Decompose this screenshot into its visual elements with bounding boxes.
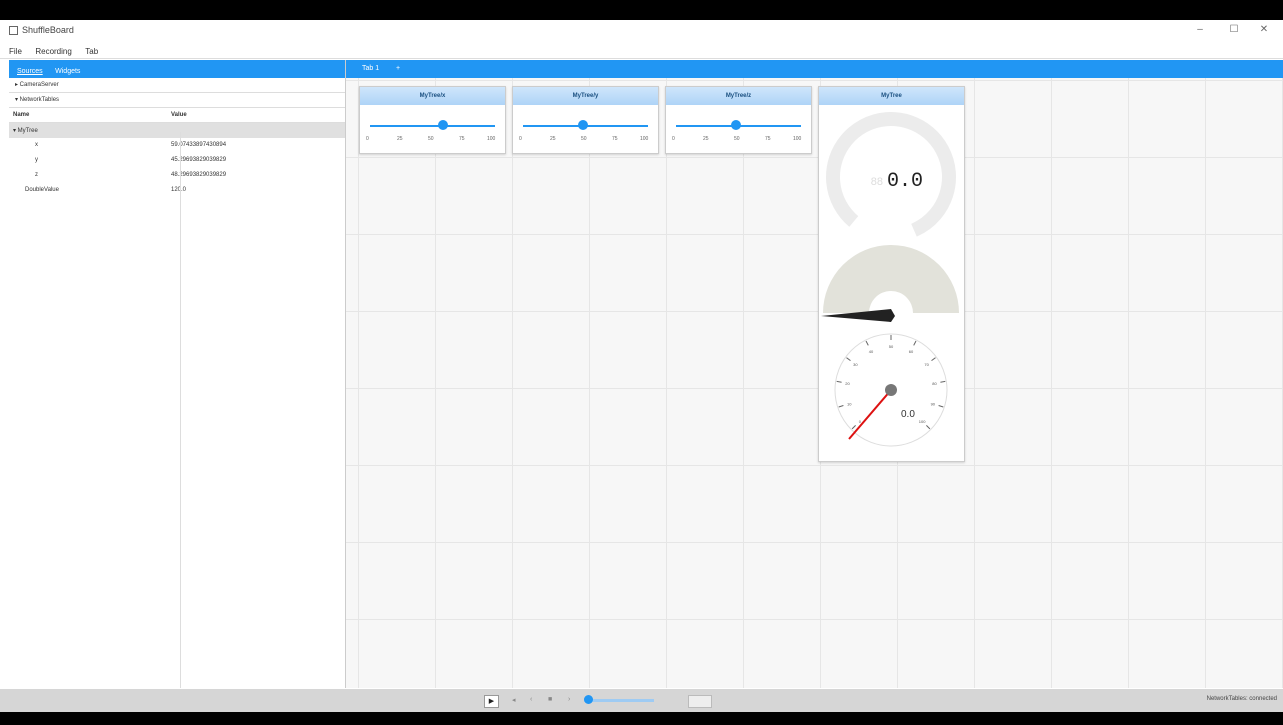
menu-bar: File Recording Tab bbox=[0, 41, 1283, 59]
widget-title[interactable]: MyTree/x bbox=[360, 87, 505, 105]
row-name: ▾ MyTree bbox=[13, 128, 38, 134]
tab-1[interactable]: Tab 1 bbox=[362, 65, 379, 72]
slider-thumb[interactable] bbox=[437, 120, 448, 130]
scrubber-thumb[interactable] bbox=[584, 695, 593, 704]
tick-label: 50 bbox=[428, 136, 434, 142]
minimize-button[interactable]: – bbox=[1190, 22, 1210, 38]
connection-status: NetworkTables: connected bbox=[1206, 696, 1277, 702]
widget-title[interactable]: MyTree bbox=[819, 87, 964, 105]
shuffleboard-window: ShuffleBoard – ☐ ✕ File Recording Tab So… bbox=[0, 20, 1283, 712]
tick-label: 100 bbox=[640, 136, 649, 142]
dashboard-area: Tab 1 + MyTree/x 0 25 50 75 100 MyTree/y bbox=[346, 60, 1283, 688]
dial-tick-label: 90 bbox=[931, 402, 936, 407]
dial-tick-label: 80 bbox=[932, 381, 937, 386]
widget-title[interactable]: MyTree/y bbox=[513, 87, 658, 105]
stop-icon[interactable]: ■ bbox=[548, 696, 552, 703]
column-name[interactable]: Name bbox=[13, 112, 29, 118]
dial-tick-label: 40 bbox=[869, 349, 874, 354]
tick-label: 50 bbox=[734, 136, 740, 142]
slider-ticks: 0 25 50 75 100 bbox=[672, 136, 804, 144]
slider-ticks: 0 25 50 75 100 bbox=[519, 136, 651, 144]
dial-tick-label: 20 bbox=[845, 381, 850, 386]
slider-track[interactable] bbox=[370, 125, 495, 127]
tick-label: 0 bbox=[672, 136, 675, 142]
slider-widget-y[interactable]: MyTree/y 0 25 50 75 100 bbox=[512, 86, 659, 154]
tick-label: 75 bbox=[765, 136, 771, 142]
table-row[interactable]: x 59.07433897430894 bbox=[9, 138, 345, 153]
status-bar: ▶ ◂ ‹ ■ › NetworkTables: connected bbox=[0, 689, 1283, 712]
menu-recording[interactable]: Recording bbox=[35, 47, 71, 56]
dial-tick-label: 10 bbox=[847, 402, 852, 407]
slider-thumb[interactable] bbox=[731, 120, 741, 130]
gauge-graphics: 88 0.0 0102030405060708090100 0.0 bbox=[821, 112, 959, 447]
left-panel: Sources Widgets ▸ CameraServer ▾ Network… bbox=[9, 60, 346, 688]
dial-value: 0.0 bbox=[901, 409, 915, 420]
tick-label: 25 bbox=[703, 136, 709, 142]
tab-sources[interactable]: Sources bbox=[17, 68, 43, 75]
slider-widget-x[interactable]: MyTree/x 0 25 50 75 100 bbox=[359, 86, 506, 154]
row-name: z bbox=[35, 172, 38, 178]
table-row[interactable]: ▾ MyTree bbox=[9, 123, 345, 138]
table-row[interactable]: DoubleValue 120.0 bbox=[9, 183, 345, 198]
row-value: 120.0 bbox=[171, 187, 187, 193]
maximize-button[interactable]: ☐ bbox=[1224, 22, 1244, 38]
left-panel-tabs: Sources Widgets bbox=[9, 60, 345, 78]
prev-icon[interactable]: ‹ bbox=[530, 696, 532, 703]
column-value[interactable]: Value bbox=[171, 112, 187, 118]
slider-thumb[interactable] bbox=[578, 120, 588, 130]
menu-file[interactable]: File bbox=[9, 47, 22, 56]
tick-label: 25 bbox=[397, 136, 403, 142]
gauge-widget[interactable]: MyTree 88 0.0 0 10 20 30 40 50 60 70 80 90 100 0.0 bbox=[818, 86, 965, 462]
row-name: y bbox=[35, 157, 38, 163]
tick-label: 0 bbox=[366, 136, 369, 142]
step-back-icon[interactable]: ◂ bbox=[512, 696, 516, 704]
window-title: ShuffleBoard bbox=[22, 25, 74, 35]
digital-gauge-value: 0.0 bbox=[887, 170, 923, 193]
dial-tick-label: 50 bbox=[889, 344, 894, 349]
tab-widgets[interactable]: Widgets bbox=[55, 68, 80, 75]
title-bar: ShuffleBoard – ☐ ✕ bbox=[0, 20, 1283, 41]
speed-control[interactable] bbox=[688, 695, 712, 708]
slider-ticks: 0 25 50 75 100 bbox=[366, 136, 498, 144]
row-name: DoubleValue bbox=[25, 187, 59, 193]
source-camera-server[interactable]: ▸ CameraServer bbox=[9, 78, 345, 93]
add-tab-button[interactable]: + bbox=[396, 65, 400, 72]
table-header: Name Value bbox=[9, 108, 345, 123]
dial-tick-label: 100 bbox=[919, 419, 926, 424]
slider-widget-z[interactable]: MyTree/z 0 25 50 75 100 bbox=[665, 86, 812, 154]
app-icon bbox=[9, 26, 18, 35]
tick-label: 0 bbox=[519, 136, 522, 142]
tick-label: 50 bbox=[581, 136, 587, 142]
tick-label: 75 bbox=[612, 136, 618, 142]
tick-label: 100 bbox=[487, 136, 496, 142]
tick-label: 75 bbox=[459, 136, 465, 142]
dial-tick-label: 60 bbox=[909, 349, 914, 354]
source-network-tables[interactable]: ▾ NetworkTables bbox=[9, 93, 345, 108]
play-button[interactable]: ▶ bbox=[484, 695, 499, 708]
digital-gauge-ghost: 88 bbox=[871, 176, 883, 188]
close-button[interactable]: ✕ bbox=[1254, 22, 1274, 38]
dashboard-tab-bar: Tab 1 + bbox=[346, 60, 1283, 78]
semi-gauge-arc bbox=[823, 245, 959, 313]
table-row[interactable]: y 45.29693829039829 bbox=[9, 153, 345, 168]
column-divider[interactable] bbox=[180, 132, 181, 688]
tick-label: 25 bbox=[550, 136, 556, 142]
table-row[interactable]: z 48.29693829039829 bbox=[9, 168, 345, 183]
next-icon[interactable]: › bbox=[568, 696, 570, 703]
playback-scrubber[interactable] bbox=[584, 699, 654, 702]
menu-tab[interactable]: Tab bbox=[85, 47, 98, 56]
dial-tick-label: 30 bbox=[853, 362, 858, 367]
dial-tick-label: 70 bbox=[924, 362, 929, 367]
widget-title[interactable]: MyTree/z bbox=[666, 87, 811, 105]
tick-label: 100 bbox=[793, 136, 802, 142]
row-name: x bbox=[35, 142, 38, 148]
dial-hub bbox=[885, 384, 897, 396]
